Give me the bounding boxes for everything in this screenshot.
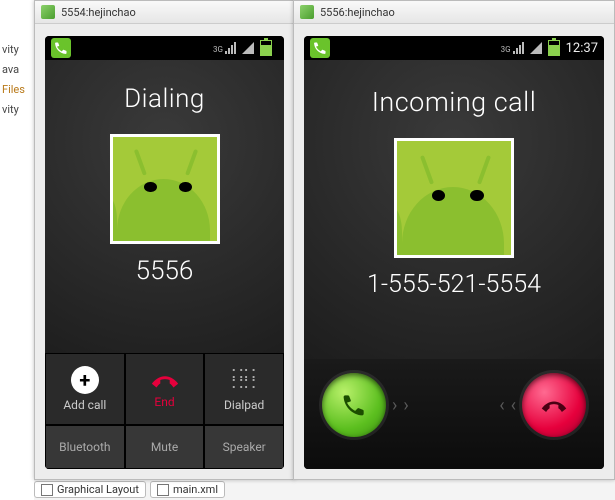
decline-call-button[interactable] — [522, 373, 586, 437]
chevron-left-icon: ‹ — [499, 395, 504, 416]
call-status-title: Incoming call — [372, 86, 537, 118]
status-bar: 3G 12:37 — [304, 36, 604, 60]
side-item: ava — [0, 60, 34, 80]
android-app-icon — [300, 5, 314, 19]
incoming-call-controls: › › ‹ ‹ — [304, 359, 604, 469]
side-item: Files — [0, 80, 34, 100]
status-clock: 12:37 — [566, 41, 598, 56]
tab-icon — [41, 484, 53, 496]
tab-graphical-layout[interactable]: Graphical Layout — [34, 481, 146, 498]
call-area: Dialing 5556 + Add call — [45, 60, 284, 469]
ongoing-call-icon — [310, 38, 330, 58]
phone-icon — [340, 391, 368, 419]
side-item: vity — [0, 100, 34, 120]
signal-icon — [530, 42, 542, 54]
in-call-controls: + Add call End ∷∷∷∷ Dialpad — [45, 353, 284, 469]
speaker-button[interactable]: Speaker — [204, 425, 284, 469]
android-app-icon — [41, 5, 55, 19]
emulator-window-5554: 5554:hejinchao 3G Dialing — [34, 0, 295, 480]
battery-icon — [260, 40, 272, 56]
signal-icon — [242, 42, 254, 54]
add-call-button[interactable]: + Add call — [45, 353, 125, 425]
call-number: 1-555-521-5554 — [367, 270, 541, 299]
call-status-title: Dialing — [124, 84, 205, 114]
chevron-left-icon: ‹ — [511, 395, 516, 416]
side-item: vity — [0, 40, 34, 60]
window-title: 5556:hejinchao — [320, 6, 395, 19]
chevron-right-icon: › — [392, 395, 397, 416]
button-label: End — [154, 395, 174, 409]
network-3g-icon: 3G — [213, 42, 236, 54]
button-label: Speaker — [223, 440, 266, 454]
ide-side-strip: vity ava Files vity — [0, 0, 34, 500]
button-label: Dialpad — [224, 398, 264, 412]
end-call-icon — [150, 369, 180, 391]
network-3g-icon: 3G — [501, 42, 524, 54]
chevron-right-icon: › — [403, 395, 408, 416]
device-screen: 3G 12:37 Incoming call 1-555-521-5554 — [304, 36, 604, 469]
end-call-icon — [540, 391, 568, 419]
answer-call-button[interactable] — [322, 373, 386, 437]
plus-icon: + — [71, 366, 99, 394]
battery-icon — [548, 40, 560, 56]
tab-label: Graphical Layout — [57, 483, 139, 496]
button-label: Add call — [63, 398, 106, 412]
status-bar: 3G — [45, 36, 284, 60]
dialpad-button[interactable]: ∷∷∷∷ Dialpad — [204, 353, 284, 425]
mute-button[interactable]: Mute — [125, 425, 205, 469]
ongoing-call-icon — [51, 38, 71, 58]
bluetooth-button[interactable]: Bluetooth — [45, 425, 125, 469]
window-titlebar[interactable]: 5556:hejinchao — [294, 1, 614, 24]
button-label: Bluetooth — [59, 440, 110, 454]
tab-icon — [157, 484, 169, 496]
device-screen: 3G Dialing 5556 — [45, 36, 284, 469]
editor-bottom-tabs: Graphical Layout main.xml — [34, 481, 225, 498]
call-number: 5556 — [136, 256, 194, 286]
tab-main-xml[interactable]: main.xml — [150, 481, 225, 498]
contact-avatar — [110, 134, 220, 244]
tab-label: main.xml — [173, 483, 218, 496]
contact-avatar — [394, 138, 514, 258]
emulator-window-5556: 5556:hejinchao 3G 12:37 Incoming call — [293, 0, 615, 480]
button-label: Mute — [151, 440, 178, 454]
end-call-button[interactable]: End — [125, 353, 205, 425]
call-area: Incoming call 1-555-521-5554 — [304, 60, 604, 469]
dialpad-icon: ∷∷∷∷ — [230, 366, 258, 394]
window-titlebar[interactable]: 5554:hejinchao — [35, 1, 294, 24]
window-title: 5554:hejinchao — [61, 6, 136, 19]
